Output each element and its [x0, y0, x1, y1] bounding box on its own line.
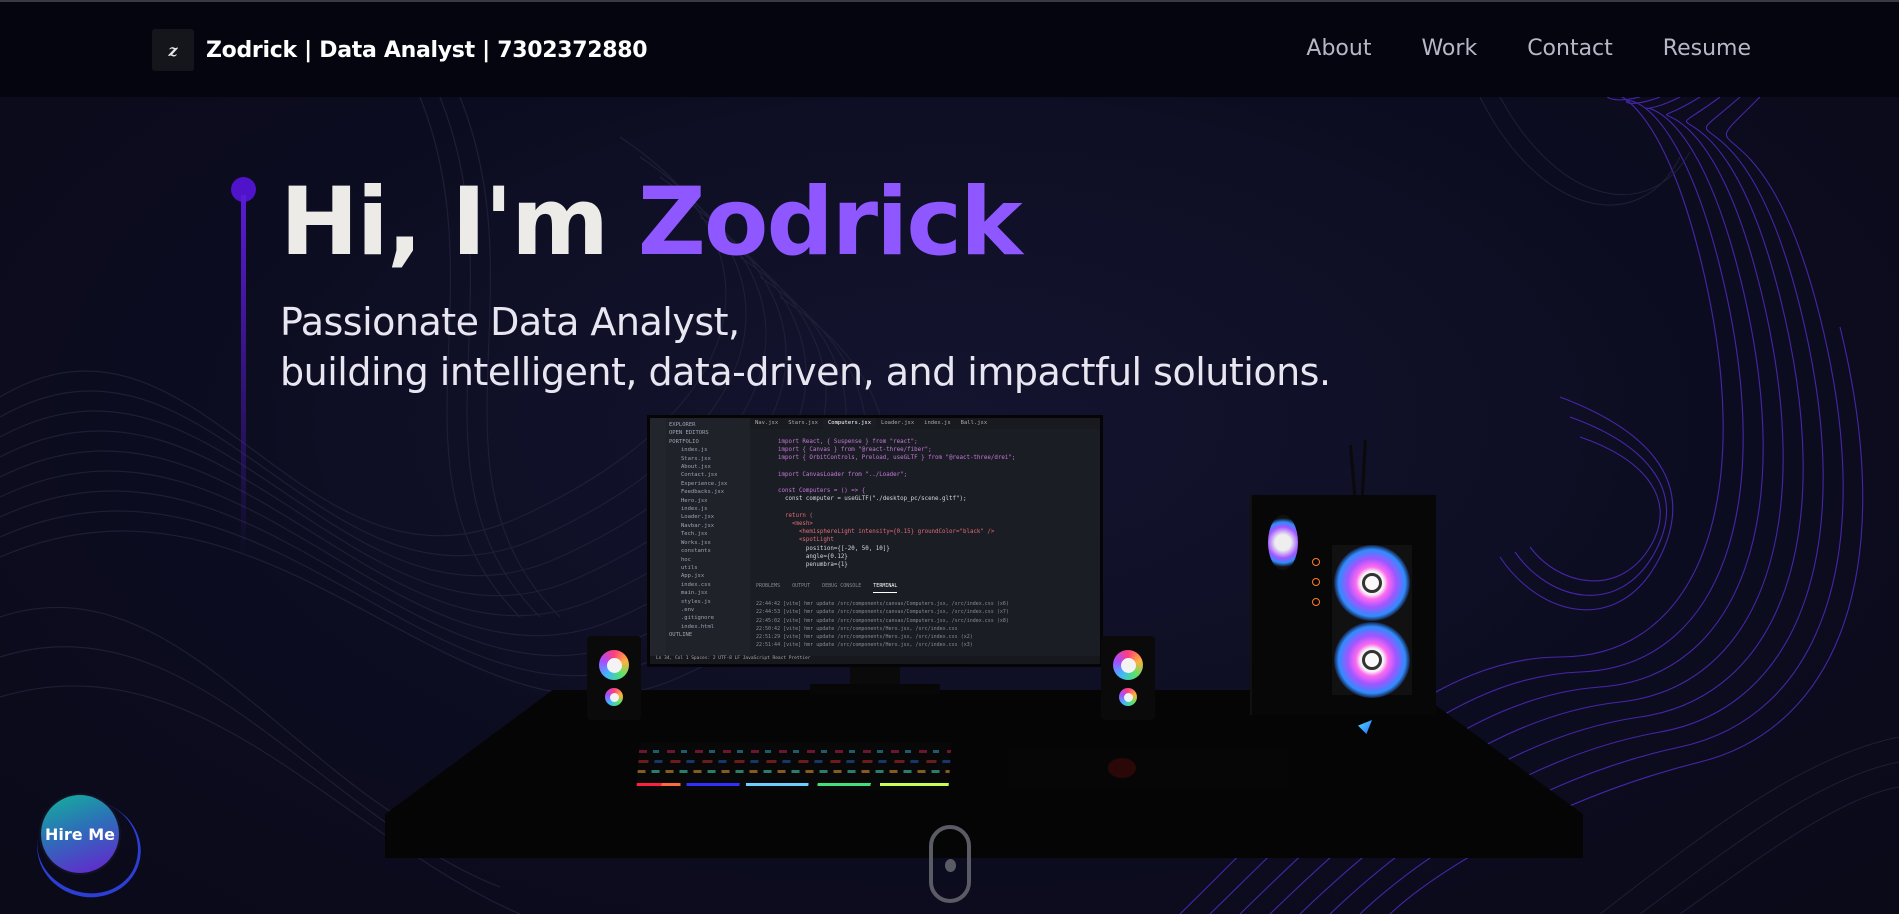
editor-tab: Nav.jsx — [755, 420, 779, 426]
hero-subtitle: Passionate Data Analyst, building intell… — [280, 297, 1331, 397]
editor-tabs: Nav.jsx Stars.jsx Computers.jsx Loader.jsx i… — [750, 418, 1100, 429]
nav-link-about[interactable]: About — [1306, 36, 1371, 61]
brand[interactable]: z Zodrick | Data Analyst | 7302372880 — [152, 28, 648, 72]
explorer-item: OPEN EDITORS — [669, 430, 709, 437]
explorer-item: App.jsx — [681, 573, 705, 580]
hero-subtitle-line-2: building intelligent, data-driven, and i… — [280, 350, 1331, 394]
brand-text[interactable]: Zodrick | Data Analyst | 7302372880 — [206, 38, 648, 63]
explorer-item: Tech.jsx — [681, 531, 708, 538]
headline-name: Zodrick — [637, 168, 1023, 277]
explorer-item: Contact.jsx — [681, 472, 718, 479]
explorer-item: index.html — [681, 623, 715, 630]
code-line: position={[-20, 50, 10]} — [778, 545, 890, 552]
file-explorer: EXPLORER OPEN EDITORS PORTFOLIO index.js St… — [666, 418, 750, 664]
headline-prefix: Hi, I'm — [280, 168, 638, 277]
explorer-item: Feedbacks.jsx — [681, 489, 725, 496]
panel-tab: TERMINAL — [873, 583, 898, 593]
editor-activity-bar — [650, 418, 666, 664]
editor-tab: Loader.jsx — [881, 420, 915, 426]
code-line: import { Canvas } from "@react-three/fib… — [778, 447, 932, 454]
panel-tabs: PROBLEMS OUTPUT DEBUG CONSOLE TERMINAL — [750, 583, 1100, 593]
nav-links: About Work Contact Resume — [1306, 36, 1751, 61]
explorer-title: EXPLORER — [669, 422, 696, 428]
nav-link-resume[interactable]: Resume — [1663, 36, 1751, 61]
monitor-screen: EXPLORER OPEN EDITORS PORTFOLIO index.js St… — [647, 415, 1103, 667]
explorer-item: index.js — [681, 506, 708, 513]
code-line: import React, { Suspense } from "react"; — [778, 439, 918, 445]
explorer-item: Stars.jsx — [681, 455, 711, 462]
explorer-item: styles.js — [681, 598, 711, 605]
code-line: angle={0.12} — [778, 553, 848, 560]
code-line: const computer = useGLTF("./desktop_pc/s… — [778, 496, 967, 503]
code-line: const Computers = () => { — [778, 488, 866, 495]
scroll-dot-icon — [945, 859, 956, 872]
editor-statusbar: Ln 34, Col 1 Spaces: 2 UTF-8 LF JavaScri… — [650, 656, 1100, 664]
accent-line — [241, 195, 246, 555]
explorer-item: Works.jsx — [681, 539, 711, 546]
editor-tab: Stars.jsx — [788, 420, 818, 426]
terminal-line: 22:44:53 [vite] hmr update /src/componen… — [756, 609, 1009, 616]
code-line: import CanvasLoader from "../Loader"; — [778, 471, 908, 478]
panel-tab: PROBLEMS — [756, 583, 781, 589]
hero-subtitle-line-1: Passionate Data Analyst, — [280, 300, 740, 344]
editor-tab: index.js — [924, 420, 951, 426]
explorer-item: hoc — [681, 556, 691, 563]
terminal-line: 22:51:44 [vite] hmr update /src/componen… — [756, 642, 973, 649]
code-line: penumbra={1} — [778, 562, 848, 569]
explorer-item: utils — [681, 564, 698, 571]
editor-tab: Ball.jsx — [960, 420, 988, 426]
panel-tab: OUTPUT — [792, 583, 811, 589]
explorer-item: About.jsx — [681, 464, 711, 471]
nav-link-contact[interactable]: Contact — [1527, 36, 1613, 61]
explorer-item: main.jsx — [681, 590, 708, 597]
logo[interactable]: z — [152, 29, 194, 71]
hire-me-button[interactable]: Hire Me — [41, 795, 119, 873]
explorer-item: PORTFOLIO — [669, 438, 699, 445]
navbar: z Zodrick | Data Analyst | 7302372880 Ab… — [0, 2, 1899, 97]
terminal-line: 22:45:02 [vite] hmr update /src/componen… — [756, 617, 1009, 624]
explorer-item: Loader.jsx — [681, 514, 715, 521]
explorer-item: .gitignore — [681, 615, 715, 622]
explorer-item: constants — [681, 548, 711, 555]
terminal-line: 22:50:42 [vite] hmr update /src/componen… — [756, 625, 958, 632]
code-line: <hemisphereLight intensity={0.15} ground… — [778, 529, 995, 536]
explorer-item: Hero.jsx — [681, 497, 708, 504]
explorer-item: .env — [681, 606, 695, 613]
code-area: import React, { Suspense } from "react";… — [750, 438, 1100, 569]
hero-headline: Hi, I'm Zodrick — [280, 168, 1023, 278]
explorer-item: Experience.jsx — [681, 480, 728, 487]
terminal-line: 22:44:42 [vite] hmr update /src/componen… — [756, 601, 1009, 607]
terminal-line: 22:51:29 [vite] hmr update /src/componen… — [756, 634, 973, 641]
code-line: return ( — [778, 512, 813, 519]
code-line: import { OrbitControls, Preload, useGLTF… — [778, 455, 1016, 462]
code-line: <mesh> — [778, 521, 813, 528]
explorer-item: Navbar.jsx — [681, 522, 715, 529]
code-editor: EXPLORER OPEN EDITORS PORTFOLIO index.js St… — [650, 418, 1100, 664]
explorer-item: OUTLINE — [669, 632, 693, 639]
explorer-item: index.css — [681, 581, 711, 588]
editor-tab: Computers.jsx — [823, 418, 877, 429]
panel-tab: DEBUG CONSOLE — [822, 583, 862, 589]
nav-link-work[interactable]: Work — [1421, 36, 1477, 61]
scroll-down-indicator[interactable] — [929, 825, 971, 903]
explorer-item: index.js — [681, 447, 708, 454]
code-line: <spotLight — [778, 537, 834, 544]
terminal-output: 22:44:42 [vite] hmr update /src/componen… — [750, 600, 1100, 650]
